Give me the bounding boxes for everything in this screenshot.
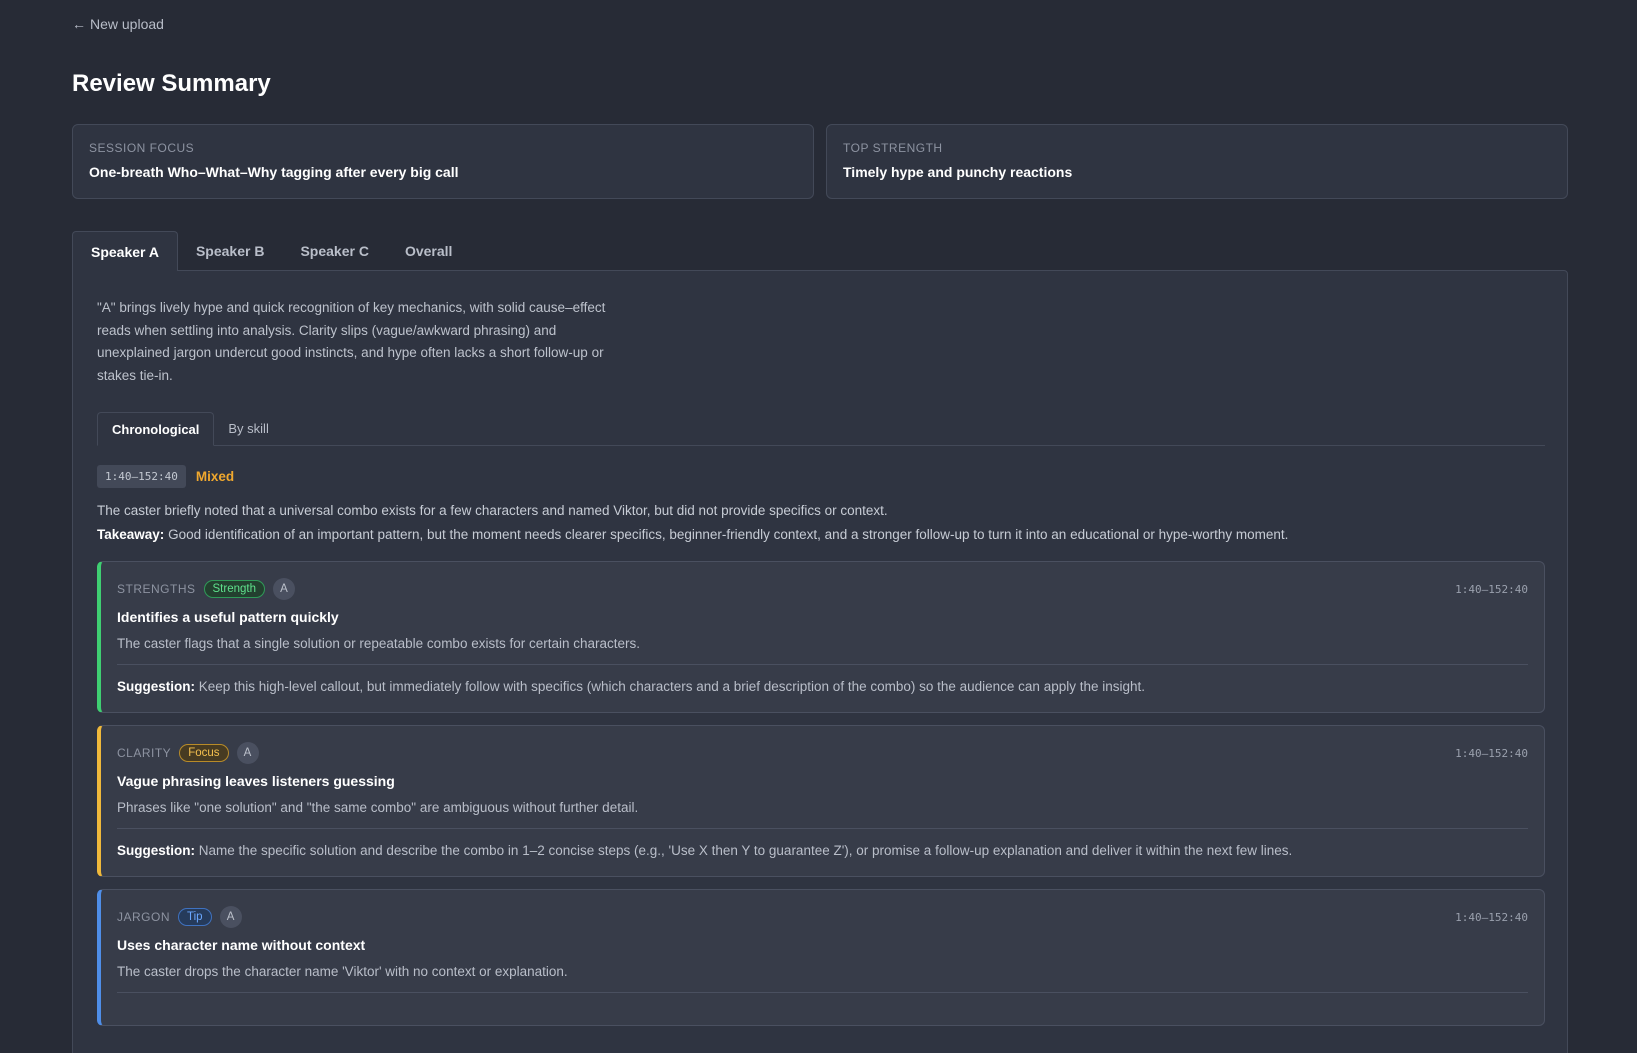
feedback-card: JARGON Tip A 1:40–152:40 Uses character … bbox=[97, 889, 1545, 1026]
card-type-pill: Focus bbox=[179, 744, 229, 762]
suggestion-label: Suggestion: bbox=[117, 843, 195, 858]
view-tabs: Chronological By skill bbox=[97, 412, 1545, 446]
card-title: Identifies a useful pattern quickly bbox=[117, 609, 339, 625]
tab-speaker-a[interactable]: Speaker A bbox=[72, 231, 178, 271]
page-title: Review Summary bbox=[72, 70, 271, 97]
feedback-card: CLARITY Focus A 1:40–152:40 Vague phrasi… bbox=[97, 725, 1545, 877]
suggestion-label: Suggestion: bbox=[117, 679, 195, 694]
card-header: JARGON Tip A 1:40–152:40 bbox=[117, 906, 1528, 928]
takeaway-label: Takeaway: bbox=[97, 527, 165, 542]
tab-speaker-b[interactable]: Speaker B bbox=[178, 231, 282, 271]
session-focus-value: One-breath Who–What–Why tagging after ev… bbox=[89, 164, 459, 180]
speaker-tabs: Speaker A Speaker B Speaker C Overall bbox=[72, 231, 470, 271]
new-upload-link[interactable]: ← New upload bbox=[72, 16, 164, 32]
card-timestamp[interactable]: 1:40–152:40 bbox=[1455, 911, 1528, 924]
session-focus-label: SESSION FOCUS bbox=[89, 141, 195, 155]
feedback-card: STRENGTHS Strength A 1:40–152:40 Identif… bbox=[97, 561, 1545, 713]
card-category: CLARITY bbox=[117, 746, 172, 760]
top-strength-card: TOP STRENGTH Timely hype and punchy reac… bbox=[826, 124, 1568, 199]
arrow-left-icon: ← bbox=[72, 16, 86, 32]
card-title: Uses character name without context bbox=[117, 937, 366, 953]
card-header: CLARITY Focus A 1:40–152:40 bbox=[117, 742, 1528, 764]
card-suggestion: Suggestion: Name the specific solution a… bbox=[117, 829, 1528, 876]
suggestion-text: Name the specific solution and describe … bbox=[198, 843, 1293, 858]
card-body: Phrases like "one solution" and "the sam… bbox=[117, 800, 639, 815]
card-title: Vague phrasing leaves listeners guessing bbox=[117, 773, 395, 789]
new-upload-label: New upload bbox=[90, 16, 164, 32]
speaker-chip: A bbox=[236, 742, 259, 764]
tab-speaker-c[interactable]: Speaker C bbox=[282, 231, 386, 271]
card-body: The caster flags that a single solution … bbox=[117, 636, 641, 651]
tab-by-skill[interactable]: By skill bbox=[214, 412, 282, 445]
top-strength-label: TOP STRENGTH bbox=[843, 141, 943, 155]
card-timestamp[interactable]: 1:40–152:40 bbox=[1455, 747, 1528, 760]
summary-row: SESSION FOCUS One-breath Who–What–Why ta… bbox=[72, 124, 1568, 199]
card-category: JARGON bbox=[117, 910, 171, 924]
card-type-pill: Tip bbox=[178, 908, 212, 926]
session-focus-card: SESSION FOCUS One-breath Who–What–Why ta… bbox=[72, 124, 814, 199]
speaker-panel: "A" brings lively hype and quick recogni… bbox=[72, 270, 1568, 1053]
card-suggestion bbox=[117, 993, 1528, 1025]
card-header: STRENGTHS Strength A 1:40–152:40 bbox=[117, 578, 1528, 600]
tab-overall[interactable]: Overall bbox=[387, 231, 470, 271]
tab-chronological[interactable]: Chronological bbox=[97, 412, 215, 446]
card-suggestion: Suggestion: Keep this high-level callout… bbox=[117, 665, 1528, 712]
suggestion-text: Keep this high-level callout, but immedi… bbox=[198, 679, 1146, 694]
moment-header: 1:40–152:40 Mixed bbox=[97, 465, 1543, 488]
card-category: STRENGTHS bbox=[117, 582, 196, 596]
takeaway-text: Good identification of an important patt… bbox=[168, 527, 1289, 542]
moment-timestamp[interactable]: 1:40–152:40 bbox=[97, 465, 186, 488]
moment-verdict: Mixed bbox=[195, 469, 235, 484]
top-strength-value: Timely hype and punchy reactions bbox=[843, 164, 1073, 180]
speaker-chip: A bbox=[273, 578, 295, 600]
card-body: The caster drops the character name 'Vik… bbox=[117, 964, 568, 979]
speaker-overview: "A" brings lively hype and quick recogni… bbox=[97, 300, 606, 383]
speaker-chip: A bbox=[219, 906, 242, 928]
moment-takeaway: Takeaway: Good identification of an impo… bbox=[97, 527, 1543, 542]
moment-description: The caster briefly noted that a universa… bbox=[97, 503, 888, 518]
card-type-pill: Strength bbox=[203, 580, 265, 598]
card-timestamp[interactable]: 1:40–152:40 bbox=[1455, 583, 1528, 596]
